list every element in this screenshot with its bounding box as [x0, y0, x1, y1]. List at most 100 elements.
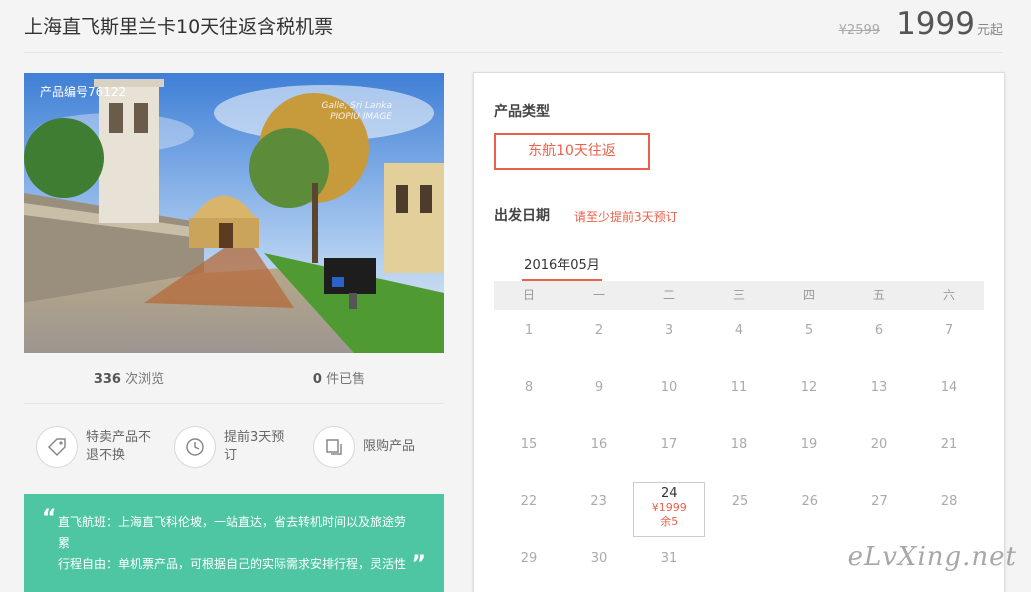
calendar-day: 16: [564, 424, 634, 481]
booking-panel: 产品类型 东航10天往返 出发日期 请至少提前3天预订 2016年05月 日 一 二…: [473, 72, 1005, 592]
product-highlights: “ 直飞航班：上海直飞科伦坡，一站直达，省去转机时间以及旅途劳 累 行程自由：单…: [24, 494, 444, 592]
weekday-label: 日: [522, 288, 535, 302]
day-number: 15: [520, 437, 538, 452]
header-divider: [24, 52, 1003, 53]
day-number: 4: [734, 323, 744, 338]
calendar-day: 26: [775, 481, 845, 538]
day-number: 25: [731, 494, 749, 509]
feature-text-line2: 订: [224, 448, 238, 463]
price-unit: 元起: [976, 23, 1003, 38]
current-price: 1999: [896, 6, 975, 42]
day-number: 22: [520, 494, 538, 509]
calendar-day: 7: [914, 310, 984, 367]
highlight-line: 直飞航班：上海直飞科伦坡，一站直达，省去转机时间以及旅途劳: [58, 515, 407, 529]
day-number: 18: [730, 437, 748, 452]
calendar-day: 2: [564, 310, 634, 367]
calendar-day[interactable]: 24 ¥1999 余5: [633, 482, 706, 537]
sold-stat: 0 件已售: [234, 364, 444, 403]
calendar-day: 6: [844, 310, 914, 367]
calendar-day: 18: [704, 424, 774, 481]
calendar-day: 23: [564, 481, 634, 538]
calendar-day: 10: [634, 367, 704, 424]
weekday-label: 五: [872, 288, 885, 302]
day-number: 10: [660, 380, 678, 395]
weekday-label: 六: [942, 288, 955, 302]
day-number: 21: [940, 437, 958, 452]
original-price: ¥2599: [838, 23, 881, 38]
weekday-label: 二: [662, 288, 675, 302]
day-number: 23: [590, 494, 607, 509]
calendar-day: 17: [634, 424, 704, 481]
weekday-label: 一: [592, 288, 605, 302]
calendar-empty-cell: [774, 538, 844, 592]
day-number: 17: [660, 437, 678, 452]
views-count: 336: [93, 372, 121, 387]
tag-icon: [36, 426, 78, 468]
day-number: 28: [940, 494, 958, 509]
calendar-day: 3: [634, 310, 704, 367]
day-number: 27: [871, 494, 888, 509]
day-number: 12: [800, 380, 818, 395]
day-number: 9: [594, 380, 604, 395]
calendar-day: 5: [774, 310, 844, 367]
day-number: 6: [874, 323, 884, 338]
views-label: 次浏览: [125, 372, 165, 387]
day-number: 2: [594, 323, 604, 338]
copy-icon: [313, 426, 355, 468]
calendar-day: 28: [914, 481, 984, 538]
calendar-day: 1: [494, 310, 564, 367]
day-number: 3: [664, 323, 674, 338]
product-code: 产品编号76122: [40, 85, 127, 99]
day-number: 19: [800, 437, 818, 452]
calendar-week-row: 8 9 10 11 12 13 14: [494, 367, 984, 424]
weekday-label: 三: [732, 288, 745, 302]
calendar-weekday-header: 日一二三四五六: [494, 281, 984, 310]
product-photo: 产品编号76122 Galle, Sri Lanka PIOPIU IMAGE: [24, 73, 444, 353]
weekday-label: 四: [802, 288, 815, 302]
feature-text-line2: 退不换: [86, 448, 126, 463]
day-number: 26: [801, 494, 818, 509]
highlight-line: 行程自由：单机票产品，可根据自己的实际需求安排行程，灵活性: [58, 557, 407, 571]
product-stats: 336 次浏览 0 件已售: [24, 364, 444, 404]
calendar-day: 25: [705, 481, 775, 538]
calendar-day: 12: [774, 367, 844, 424]
day-number: 20: [870, 437, 888, 452]
product-title: 上海直飞斯里兰卡10天往返含税机票: [24, 16, 334, 38]
calendar-day: 14: [914, 367, 984, 424]
day-number: 29: [520, 551, 538, 566]
photo-watermark: Galle, Sri Lanka PIOPIU IMAGE: [322, 101, 392, 123]
open-quote-icon: “: [42, 506, 57, 531]
calendar-day: 13: [844, 367, 914, 424]
day-number: 13: [870, 380, 888, 395]
calendar-day: 22: [494, 481, 564, 538]
feature-text-line1: 特卖产品不: [86, 430, 152, 445]
calendar-empty-cell: [704, 538, 774, 592]
day-number: 24: [661, 486, 678, 501]
product-type-option[interactable]: 东航10天往返: [494, 133, 650, 170]
day-number: 11: [730, 380, 748, 395]
calendar-day: 27: [845, 481, 915, 538]
sold-label: 件已售: [326, 372, 366, 387]
month-tab[interactable]: 2016年05月: [522, 254, 602, 282]
calendar-day: 8: [494, 367, 564, 424]
calendar-day: 21: [914, 424, 984, 481]
day-number: 16: [590, 437, 608, 452]
feature-advance-booking: 提前3天预订: [174, 426, 284, 468]
close-quote-icon: ”: [411, 552, 426, 577]
sold-count: 0: [312, 372, 322, 387]
price-box: ¥2599 1999 元起: [839, 6, 1003, 42]
calendar-day: 20: [844, 424, 914, 481]
feature-text-line1: 限购产品: [363, 439, 416, 454]
photo-watermark-line2: PIOPIU IMAGE: [330, 112, 392, 122]
calendar-day: 29: [494, 538, 564, 592]
highlight-line: 累: [58, 536, 71, 550]
day-number: 14: [940, 380, 958, 395]
calendar-day: 9: [564, 367, 634, 424]
day-number: 30: [590, 551, 608, 566]
calendar-week-row: 1 2 3 4 5 6 7: [494, 310, 984, 367]
calendar-day: 4: [704, 310, 774, 367]
feature-text-line1: 提前3天预: [224, 430, 285, 445]
day-number: 1: [524, 323, 534, 338]
calendar-week-row: 15 16 17 18 19 20 21: [494, 424, 984, 481]
calendar-day: 31: [634, 538, 704, 592]
